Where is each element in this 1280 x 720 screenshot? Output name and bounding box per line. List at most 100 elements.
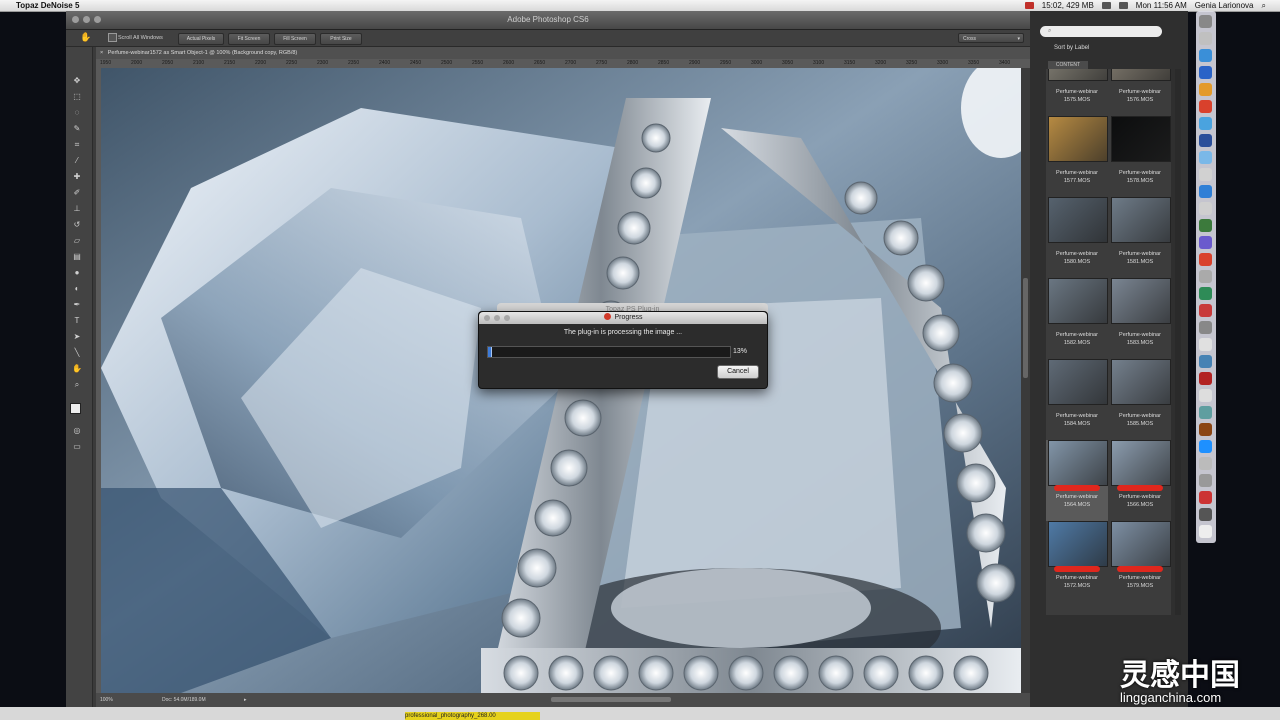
dock-app-icon[interactable] — [1199, 389, 1212, 402]
thumbnail-item[interactable]: Perfume-webinar 1566.MOS — [1109, 440, 1171, 521]
spotlight-icon[interactable]: ⌕ — [1262, 1, 1266, 11]
marquee-tool-icon[interactable]: ⬚ — [71, 91, 83, 103]
horizontal-scroll-thumb[interactable] — [551, 697, 671, 702]
path-select-icon[interactable]: ➤ — [71, 331, 83, 343]
thumbnail-item[interactable]: Perfume-webinar 1576.MOS — [1109, 69, 1171, 116]
bridge-scrollbar[interactable] — [1175, 69, 1181, 615]
dock-app-icon[interactable] — [1199, 321, 1212, 334]
user-name[interactable]: Genia Larionova — [1195, 1, 1254, 10]
close-window-icon[interactable] — [72, 16, 79, 23]
quick-select-tool-icon[interactable]: ✎ — [71, 123, 83, 135]
dock-app-icon[interactable] — [1199, 236, 1212, 249]
thumbnail-item[interactable]: Perfume-webinar 1580.MOS — [1046, 197, 1108, 278]
dodge-tool-icon[interactable]: ◐ — [71, 283, 83, 295]
vertical-scrollbar[interactable] — [1021, 68, 1030, 693]
dock-app-icon[interactable] — [1199, 457, 1212, 470]
hand-tool-icon[interactable]: ✋ — [71, 363, 83, 375]
thumbnail-item[interactable]: Perfume-webinar 1578.MOS — [1109, 116, 1171, 197]
dock-app-icon[interactable] — [1199, 100, 1212, 113]
dialog-close-icon[interactable] — [484, 315, 490, 321]
dock-app-icon[interactable] — [1199, 83, 1212, 96]
dialog-minimize-icon[interactable] — [494, 315, 500, 321]
move-tool-icon[interactable]: ✥ — [71, 75, 83, 87]
status-arrow-icon[interactable]: ▸ — [244, 693, 247, 707]
thumbnail-item[interactable]: Perfume-webinar 1577.MOS — [1046, 116, 1108, 197]
record-icon[interactable] — [1024, 2, 1034, 9]
minimize-window-icon[interactable] — [83, 16, 90, 23]
thumbnail-item[interactable]: Perfume-webinar 1564.MOS — [1046, 440, 1108, 521]
dock-app-icon[interactable] — [1199, 185, 1212, 198]
dock-app-icon[interactable] — [1199, 117, 1212, 130]
crop-tool-icon[interactable]: ⌗ — [71, 139, 83, 151]
dock-app-icon[interactable] — [1199, 219, 1212, 232]
foreground-color-swatch[interactable] — [70, 403, 81, 414]
thumbnail-item[interactable]: Perfume-webinar 1575.MOS — [1046, 69, 1108, 116]
dock-app-icon[interactable] — [1199, 423, 1212, 436]
dock-app-icon[interactable] — [1199, 168, 1212, 181]
dock-app-icon[interactable] — [1199, 525, 1212, 538]
dock-app-icon[interactable] — [1199, 66, 1212, 79]
thumbnail-item[interactable]: Perfume-webinar 1581.MOS — [1109, 197, 1171, 278]
thumbnail-item[interactable]: Perfume-webinar 1579.MOS — [1109, 521, 1171, 602]
dock-app-icon[interactable] — [1199, 287, 1212, 300]
close-tab-icon[interactable]: × — [100, 50, 103, 56]
dock-app-icon[interactable] — [1199, 508, 1212, 521]
dock-app-icon[interactable] — [1199, 202, 1212, 215]
type-tool-icon[interactable]: T — [71, 315, 83, 327]
dock-app-icon[interactable] — [1199, 32, 1212, 45]
dock-app-icon[interactable] — [1199, 372, 1212, 385]
fill-screen-button[interactable]: Fill Screen — [274, 33, 316, 45]
zoom-tool-icon[interactable]: ⌕ — [71, 379, 83, 391]
app-menu[interactable]: Topaz DeNoise 5 — [16, 1, 79, 10]
cancel-button[interactable]: Cancel — [717, 365, 759, 379]
dock-app-icon[interactable] — [1199, 270, 1212, 283]
shape-tool-icon[interactable]: ╲ — [71, 347, 83, 359]
stamp-tool-icon[interactable]: ⊥ — [71, 203, 83, 215]
history-brush-icon[interactable]: ↺ — [71, 219, 83, 231]
hand-tool-icon[interactable]: ✋ — [80, 32, 91, 43]
thumbnail-item[interactable]: Perfume-webinar 1585.MOS — [1109, 359, 1171, 440]
workspace-select[interactable]: Cross ▾ — [958, 33, 1024, 43]
thumbnail-item[interactable]: Perfume-webinar 1583.MOS — [1109, 278, 1171, 359]
screen-mode-icon[interactable]: ▭ — [71, 441, 83, 453]
clock[interactable]: Mon 11:56 AM — [1136, 1, 1187, 10]
dock-app-icon[interactable] — [1199, 355, 1212, 368]
dock-app-icon[interactable] — [1199, 338, 1212, 351]
pen-tool-icon[interactable]: ✒ — [71, 299, 83, 311]
dock-app-icon[interactable] — [1199, 49, 1212, 62]
search-input[interactable]: ⌕ — [1040, 26, 1162, 37]
fit-screen-button[interactable]: Fit Screen — [228, 33, 270, 45]
sort-by-dropdown[interactable]: Sort by Label — [1054, 45, 1089, 51]
dock-app-icon[interactable] — [1199, 253, 1212, 266]
actual-pixels-button[interactable]: Actual Pixels — [178, 33, 224, 45]
zoom-level[interactable]: 100% — [100, 693, 113, 707]
thumbnail-item[interactable]: Perfume-webinar 1572.MOS — [1046, 521, 1108, 602]
dock-app-icon[interactable] — [1199, 134, 1212, 147]
print-size-button[interactable]: Print Size — [320, 33, 362, 45]
blur-tool-icon[interactable]: ● — [71, 267, 83, 279]
dock-app-icon[interactable] — [1199, 151, 1212, 164]
battery-icon[interactable] — [1118, 2, 1128, 9]
thumbnail-item[interactable]: Perfume-webinar 1582.MOS — [1046, 278, 1108, 359]
eraser-tool-icon[interactable]: ▱ — [71, 235, 83, 247]
doc-size[interactable]: Doc: 54.0M/189.0M — [162, 693, 206, 707]
healing-tool-icon[interactable]: ✚ — [71, 171, 83, 183]
dock-app-icon[interactable] — [1199, 491, 1212, 504]
gradient-tool-icon[interactable]: ▤ — [71, 251, 83, 263]
wifi-icon[interactable] — [1101, 2, 1111, 9]
scroll-thumb[interactable] — [1023, 278, 1028, 378]
tab-content[interactable]: CONTENT — [1048, 61, 1088, 69]
eyedropper-tool-icon[interactable]: ⁄ — [71, 155, 83, 167]
scroll-all-checkbox[interactable] — [108, 33, 117, 42]
dock-app-icon[interactable] — [1199, 406, 1212, 419]
dock-app-icon[interactable] — [1199, 474, 1212, 487]
dialog-zoom-icon[interactable] — [504, 315, 510, 321]
lasso-tool-icon[interactable]: ◌ — [71, 107, 83, 119]
dock-app-icon[interactable] — [1199, 15, 1212, 28]
thumbnail-item[interactable]: Perfume-webinar 1584.MOS — [1046, 359, 1108, 440]
zoom-window-icon[interactable] — [94, 16, 101, 23]
brush-tool-icon[interactable]: ✐ — [71, 187, 83, 199]
quick-mask-icon[interactable]: ◎ — [71, 425, 83, 437]
dock-app-icon[interactable] — [1199, 304, 1212, 317]
dock-app-icon[interactable] — [1199, 440, 1212, 453]
